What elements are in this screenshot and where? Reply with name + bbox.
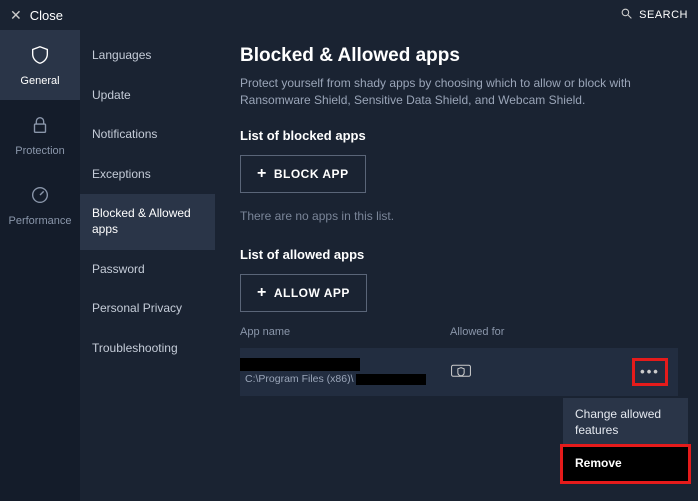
settings-subnav: Languages Update Notifications Exception… [80, 30, 215, 501]
col-appname: App name [240, 326, 450, 338]
plus-icon: + [257, 166, 267, 182]
more-icon: ••• [640, 364, 660, 379]
search-icon [620, 7, 633, 23]
subnav-languages[interactable]: Languages [80, 36, 215, 76]
rail-general-label: General [20, 75, 59, 87]
shield-icon [29, 44, 51, 69]
app-path-redacted [356, 374, 426, 385]
blocked-empty-message: There are no apps in this list. [240, 209, 678, 223]
subnav-update[interactable]: Update [80, 76, 215, 116]
rail-protection-label: Protection [15, 145, 65, 157]
rail-performance[interactable]: Performance [0, 170, 80, 240]
settings-rail: General Protection Performance [0, 30, 80, 501]
row-more-button[interactable]: ••• [634, 360, 666, 384]
allow-app-label: ALLOW APP [274, 286, 350, 300]
lock-icon [29, 114, 51, 139]
gauge-icon [29, 184, 51, 209]
allowed-app-row[interactable]: C:\Program Files (x86)\ ••• [240, 348, 678, 396]
webcam-shield-icon [450, 361, 472, 382]
rail-protection[interactable]: Protection [0, 100, 80, 170]
menu-remove[interactable]: Remove [563, 447, 688, 481]
allowed-table-header: App name Allowed for [240, 326, 678, 344]
close-label[interactable]: Close [30, 8, 63, 23]
subnav-notifications[interactable]: Notifications [80, 115, 215, 155]
subnav-exceptions[interactable]: Exceptions [80, 155, 215, 195]
page-title: Blocked & Allowed apps [240, 45, 678, 67]
block-app-button[interactable]: + BLOCK APP [240, 155, 366, 193]
app-path: C:\Program Files (x86)\ [245, 373, 450, 385]
col-allowed: Allowed for [450, 326, 678, 338]
subnav-troubleshooting[interactable]: Troubleshooting [80, 329, 215, 369]
subnav-personal-privacy[interactable]: Personal Privacy [80, 289, 215, 329]
rail-general[interactable]: General [0, 30, 80, 100]
row-context-menu: Change allowed features Remove [563, 398, 688, 481]
allowed-section-title: List of allowed apps [240, 247, 678, 262]
blocked-section-title: List of blocked apps [240, 128, 678, 143]
close-icon[interactable]: ✕ [10, 7, 22, 24]
menu-change-allowed[interactable]: Change allowed features [563, 398, 688, 447]
rail-performance-label: Performance [9, 215, 72, 227]
allow-app-button[interactable]: + ALLOW APP [240, 274, 367, 312]
subnav-blocked-allowed[interactable]: Blocked & Allowed apps [80, 194, 215, 249]
plus-icon: + [257, 285, 267, 301]
search-label: SEARCH [639, 9, 688, 21]
app-name-redacted [240, 358, 360, 371]
page-description: Protect yourself from shady apps by choo… [240, 75, 678, 110]
search-button[interactable]: SEARCH [620, 7, 688, 23]
subnav-password[interactable]: Password [80, 250, 215, 290]
block-app-label: BLOCK APP [274, 167, 349, 181]
